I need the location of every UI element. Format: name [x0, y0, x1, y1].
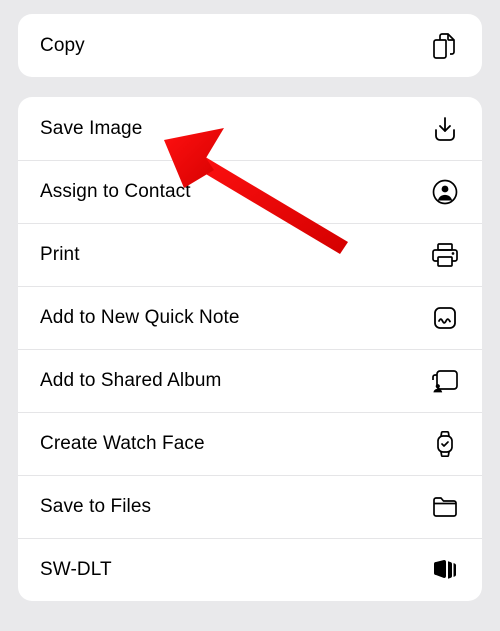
copy-action[interactable]: Copy [18, 14, 482, 77]
quick-note-icon [430, 303, 460, 333]
sw-dlt-action[interactable]: SW-DLT [18, 538, 482, 601]
watch-icon [430, 429, 460, 459]
action-label: Print [40, 244, 80, 266]
copy-label: Copy [40, 35, 85, 57]
contact-circle-icon [430, 177, 460, 207]
action-group-copy: Copy [18, 14, 482, 77]
action-label: Assign to Contact [40, 181, 191, 203]
shared-album-icon [430, 366, 460, 396]
download-tray-icon [430, 114, 460, 144]
action-group-main: Save Image Assign to Contact Print [18, 97, 482, 601]
watch-face-action[interactable]: Create Watch Face [18, 412, 482, 475]
save-files-action[interactable]: Save to Files [18, 475, 482, 538]
printer-icon [430, 240, 460, 270]
action-label: Save to Files [40, 496, 151, 518]
save-image-action[interactable]: Save Image [18, 97, 482, 160]
action-label: SW-DLT [40, 559, 112, 581]
action-label: Create Watch Face [40, 433, 205, 455]
stack-icon [430, 555, 460, 585]
folder-icon [430, 492, 460, 522]
assign-contact-action[interactable]: Assign to Contact [18, 160, 482, 223]
shared-album-action[interactable]: Add to Shared Album [18, 349, 482, 412]
action-label: Add to New Quick Note [40, 307, 240, 329]
print-action[interactable]: Print [18, 223, 482, 286]
quick-note-action[interactable]: Add to New Quick Note [18, 286, 482, 349]
copy-pages-icon [430, 31, 460, 61]
action-label: Add to Shared Album [40, 370, 221, 392]
action-label: Save Image [40, 118, 142, 140]
